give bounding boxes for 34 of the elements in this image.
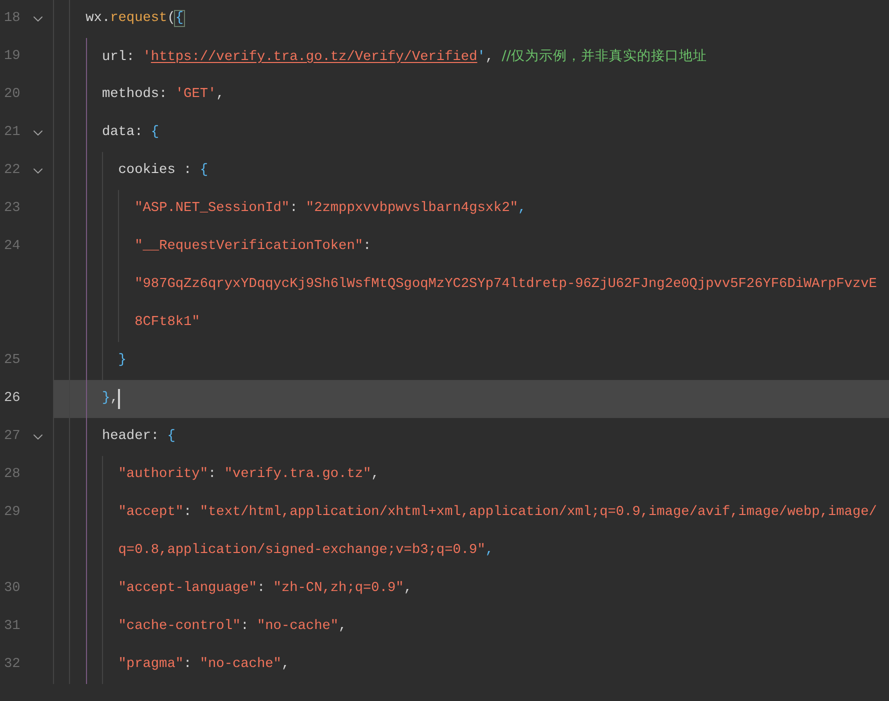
code-line: url: 'https://verify.tra.go.tz/Verify/Verified', //仅为示例，并非真实的接口地址 <box>102 46 707 67</box>
code-line: }, <box>102 390 118 408</box>
code-line: "authority": "verify.tra.go.tz", <box>118 466 380 484</box>
line-number: 27 <box>4 428 20 444</box>
line-number: 20 <box>4 86 20 102</box>
line-number: 23 <box>4 200 20 216</box>
code-line: q=0.8,application/signed-exchange;v=b3;q=0.9", <box>118 542 494 560</box>
line-number: 24 <box>4 238 20 254</box>
line-number: 18 <box>4 10 20 26</box>
code-line: methods: 'GET', <box>102 86 224 104</box>
code-line: "accept-language": "zh-CN,zh;q=0.9", <box>118 580 412 598</box>
line-number: 19 <box>4 48 20 64</box>
code-line: "pragma": "no-cache", <box>118 656 290 674</box>
code-line: "cache-control": "no-cache", <box>118 618 347 636</box>
code-line: cookies : { <box>118 162 208 180</box>
line-number: 22 <box>4 162 20 178</box>
code-line: "987GqZz6qryxYDqqycKj9Sh6lWsfMtQSgoqMzYC2SYp74ltdretp-96ZjU62FJng2e0Qjpvv5F26YF6DiWArpFvzvE <box>134 276 877 294</box>
code-line: 8CFt8k1" <box>134 314 200 332</box>
line-number: 30 <box>4 580 20 596</box>
line-number: 26 <box>4 390 20 406</box>
code-line: "ASP.NET_SessionId": "2zmppxvvbpwvslbarn4gsxk2", <box>134 200 526 218</box>
code-line: "accept": "text/html,application/xhtml+xml,application/xml;q=0.9,image/avif,image/webp,image/ <box>118 504 877 522</box>
line-number: 31 <box>4 618 20 634</box>
line-number: 25 <box>4 352 20 368</box>
line-number: 29 <box>4 504 20 520</box>
code-line: } <box>118 352 126 370</box>
code-line: data: { <box>102 124 160 142</box>
code-line: wx.request({ <box>86 10 184 28</box>
text-cursor <box>118 389 120 409</box>
code-line: "__RequestVerificationToken": <box>134 238 372 256</box>
line-number: 21 <box>4 124 20 140</box>
line-number: 32 <box>4 656 20 672</box>
line-number: 28 <box>4 466 20 482</box>
code-line: header: { <box>102 428 176 446</box>
